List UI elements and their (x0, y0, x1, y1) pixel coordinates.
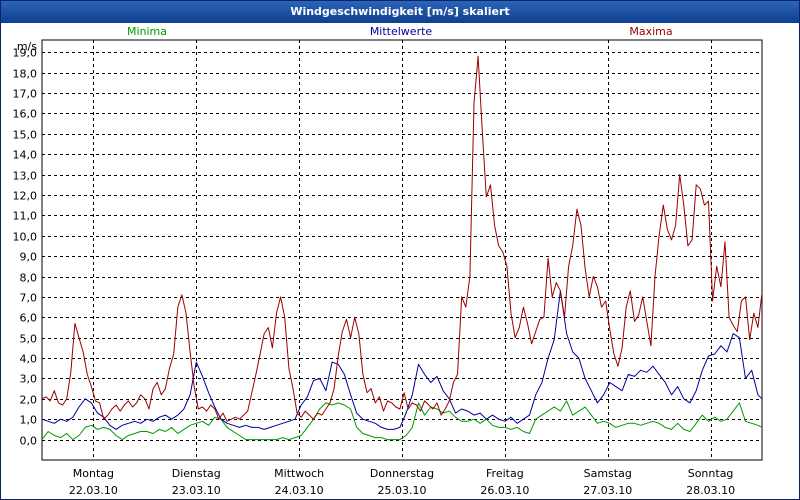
y-tick-label: 3,0 (20, 373, 38, 386)
y-tick-label: 16,0 (13, 108, 38, 121)
wind-speed-chart: 0,0 1,0 2,0 3,0 4,0 5,0 6,0 7,0 8,0 9,0 10,0 11,0 12… (13, 25, 763, 497)
y-tick-label: 6,0 (20, 312, 38, 325)
x-tick-date: 25.03.10 (378, 484, 427, 497)
y-tick-label: 18,0 (13, 68, 38, 81)
x-tick-weekday: Sonntag (688, 467, 734, 480)
y-tick-label: 10,0 (13, 231, 38, 244)
legend-minima: Minima (127, 25, 167, 38)
legend-mittelwerte: Mittelwerte (370, 25, 433, 38)
y-tick-label: 9,0 (20, 251, 38, 264)
x-tick-date: 24.03.10 (275, 484, 324, 497)
y-tick-label: 11,0 (13, 210, 38, 223)
y-tick-label: 0,0 (20, 435, 38, 448)
x-tick-date: 28.03.10 (686, 484, 735, 497)
x-tick-weekday: Dienstag (172, 467, 221, 480)
x-tick-weekday: Montag (73, 467, 114, 480)
y-tick-label: 15,0 (13, 129, 38, 142)
y-tick-label: 13,0 (13, 170, 38, 183)
y-tick-label: 4,0 (20, 353, 38, 366)
x-tick-weekday: Freitag (486, 467, 524, 480)
x-tick-weekday: Samstag (584, 467, 632, 480)
x-tick-weekday: Donnerstag (370, 467, 434, 480)
y-axis-unit: m/s (17, 40, 37, 53)
y-tick-label: 8,0 (20, 272, 38, 285)
legend-maxima: Maxima (629, 25, 672, 38)
y-tick-label: 14,0 (13, 149, 38, 162)
y-tick-label: 1,0 (20, 414, 38, 427)
y-tick-label: 7,0 (20, 292, 38, 305)
x-tick-date: 26.03.10 (480, 484, 529, 497)
y-tick-label: 5,0 (20, 333, 38, 346)
y-tick-label: 12,0 (13, 190, 38, 203)
x-tick-date: 27.03.10 (583, 484, 632, 497)
x-tick-weekday: Mittwoch (274, 467, 324, 480)
x-tick-date: 22.03.10 (69, 484, 118, 497)
y-tick-label: 17,0 (13, 88, 38, 101)
y-tick-label: 2,0 (20, 394, 38, 407)
x-tick-date: 23.03.10 (172, 484, 221, 497)
